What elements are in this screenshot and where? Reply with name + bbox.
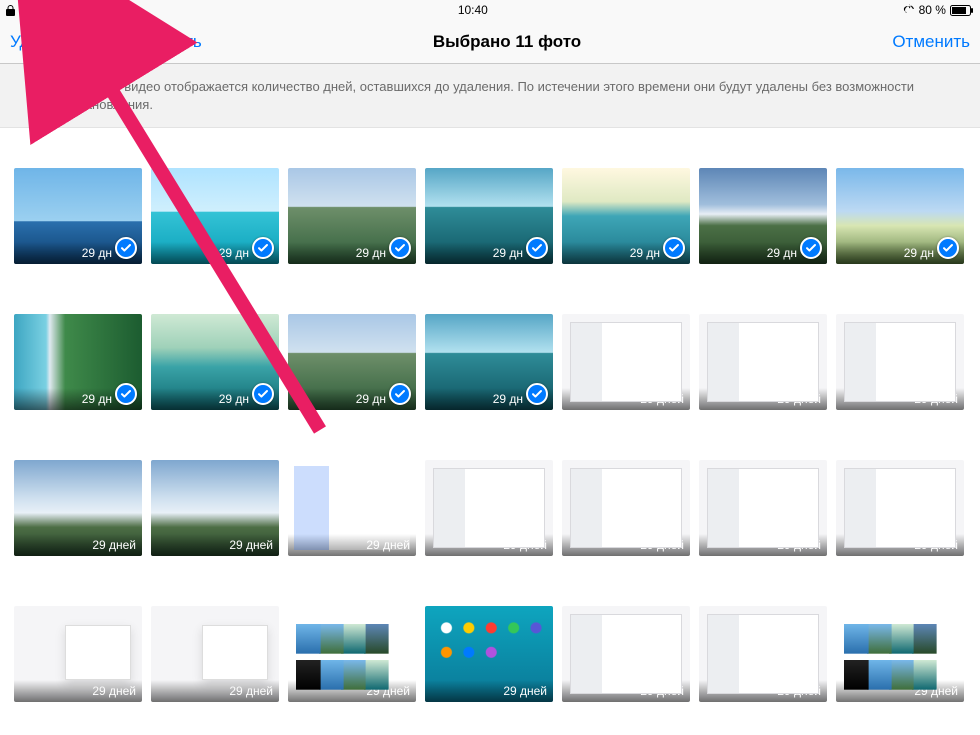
days-remaining-label: 29 дней — [151, 534, 279, 556]
status-bar: iPad 10:40 80 % — [0, 0, 980, 20]
photo-thumbnail[interactable]: 29 дней — [14, 460, 142, 556]
days-remaining-label: 29 дней — [425, 680, 553, 702]
photo-thumbnail[interactable]: 29 дней — [836, 460, 964, 556]
days-remaining-label: 29 дней — [14, 534, 142, 556]
photo-thumbnail[interactable]: 29 дней — [288, 606, 416, 702]
photo-thumbnail[interactable]: 29 дней — [836, 606, 964, 702]
photo-thumbnail[interactable]: 29 дней — [699, 606, 827, 702]
selection-check-icon — [800, 237, 822, 259]
status-carrier: iPad — [19, 3, 43, 17]
photo-thumbnail[interactable]: 29 дн — [836, 168, 964, 264]
battery-icon — [950, 5, 974, 16]
status-time: 10:40 — [458, 3, 488, 17]
photo-thumbnail[interactable]: 29 дней — [562, 460, 690, 556]
selection-check-icon — [389, 237, 411, 259]
photo-thumbnail[interactable]: 29 дней — [151, 460, 279, 556]
delete-button[interactable]: Удалить — [10, 32, 75, 52]
photo-thumbnail[interactable]: 29 дн — [288, 314, 416, 410]
photo-thumbnail[interactable]: 29 дн — [14, 168, 142, 264]
photo-grid-wrapper: 29 дн29 дн29 дн29 дн29 дн29 дн29 дн29 дн… — [0, 128, 980, 735]
days-remaining-label: 29 дней — [288, 534, 416, 556]
photo-thumbnail[interactable]: 29 дней — [562, 314, 690, 410]
selection-check-icon — [526, 383, 548, 405]
navigation-bar: Удалить Восстановить Выбрано 11 фото Отм… — [0, 20, 980, 64]
days-remaining-label: 29 дней — [151, 680, 279, 702]
photo-thumbnail[interactable]: 29 дней — [14, 606, 142, 702]
photo-thumbnail[interactable]: 29 дн — [425, 314, 553, 410]
days-remaining-label: 29 дней — [14, 680, 142, 702]
status-battery-pct: 80 % — [919, 3, 946, 17]
days-remaining-label: 29 дней — [562, 680, 690, 702]
days-remaining-label: 29 дней — [836, 680, 964, 702]
photo-thumbnail[interactable]: 29 дн — [14, 314, 142, 410]
selection-check-icon — [389, 383, 411, 405]
days-remaining-label: 29 дней — [425, 534, 553, 556]
days-remaining-label: 29 дней — [288, 680, 416, 702]
photo-thumbnail[interactable]: 29 дней — [562, 606, 690, 702]
photo-thumbnail[interactable]: 29 дней — [699, 460, 827, 556]
photo-thumbnail[interactable]: 29 дн — [151, 314, 279, 410]
selection-check-icon — [937, 237, 959, 259]
photo-thumbnail[interactable]: 29 дн — [425, 168, 553, 264]
days-remaining-label: 29 дней — [699, 680, 827, 702]
selection-check-icon — [663, 237, 685, 259]
photo-thumbnail[interactable]: 29 дн — [699, 168, 827, 264]
selection-check-icon — [115, 237, 137, 259]
selection-check-icon — [252, 237, 274, 259]
photo-thumbnail[interactable]: 29 дней — [425, 606, 553, 702]
days-remaining-label: 29 дней — [562, 534, 690, 556]
photo-thumbnail[interactable]: 29 дней — [288, 460, 416, 556]
lock-icon — [6, 5, 15, 16]
photo-thumbnail[interactable]: 29 дней — [151, 606, 279, 702]
photo-thumbnail[interactable]: 29 дней — [699, 314, 827, 410]
photo-grid: 29 дн29 дн29 дн29 дн29 дн29 дн29 дн29 дн… — [0, 168, 980, 735]
days-remaining-label: 29 дней — [699, 534, 827, 556]
days-remaining-label: 29 дней — [836, 534, 964, 556]
selection-check-icon — [526, 237, 548, 259]
photo-thumbnail[interactable]: 29 дн — [562, 168, 690, 264]
days-remaining-label: 29 дней — [836, 388, 964, 410]
page-title: Выбрано 11 фото — [122, 32, 893, 52]
days-remaining-label: 29 дней — [699, 388, 827, 410]
selection-check-icon — [115, 383, 137, 405]
days-remaining-label: 29 дней — [562, 388, 690, 410]
photo-thumbnail[interactable]: 29 дней — [836, 314, 964, 410]
photo-thumbnail[interactable]: 29 дн — [151, 168, 279, 264]
photo-thumbnail[interactable]: 29 дней — [425, 460, 553, 556]
selection-check-icon — [252, 383, 274, 405]
cancel-button[interactable]: Отменить — [892, 32, 970, 51]
info-banner: Для фото и видео отображается количество… — [0, 64, 980, 128]
photo-thumbnail[interactable]: 29 дн — [288, 168, 416, 264]
sync-icon — [903, 4, 915, 16]
